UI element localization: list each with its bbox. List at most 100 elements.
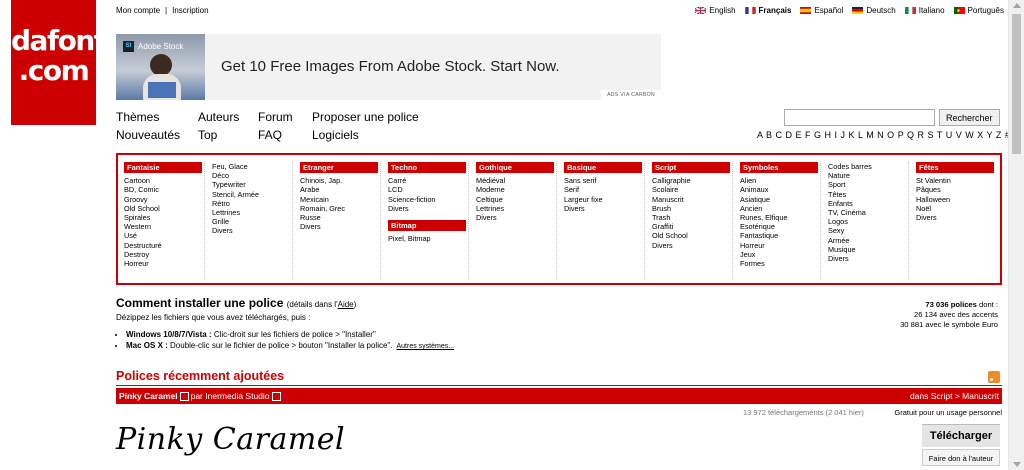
- lang-german[interactable]: Deutsch: [852, 6, 896, 15]
- category-link[interactable]: Divers: [212, 226, 292, 235]
- search-button[interactable]: Rechercher: [939, 109, 1000, 126]
- nav-submit-font[interactable]: Proposer une police: [312, 110, 419, 124]
- category-link[interactable]: Feu, Glace: [212, 162, 292, 171]
- font-info-icon[interactable]: [179, 392, 189, 402]
- category-link[interactable]: Divers: [828, 254, 908, 263]
- category-link[interactable]: Codes barres: [828, 162, 908, 171]
- category-header[interactable]: Symboles: [740, 162, 818, 174]
- category-header[interactable]: Basique: [564, 162, 642, 174]
- category-link[interactable]: Alien: [740, 176, 820, 185]
- dafont-logo[interactable]: dafont .com: [11, 0, 107, 125]
- category-link[interactable]: Usé: [124, 231, 204, 240]
- signup-link[interactable]: Inscription: [172, 6, 208, 15]
- category-link[interactable]: Ancien: [740, 204, 820, 213]
- external-link-icon[interactable]: [271, 392, 281, 402]
- category-link[interactable]: St Valentin: [916, 176, 996, 185]
- category-link[interactable]: Têtes: [828, 190, 908, 199]
- category-link[interactable]: Divers: [652, 241, 732, 250]
- nav-software[interactable]: Logiciels: [312, 128, 359, 142]
- category-link[interactable]: Western: [124, 222, 204, 231]
- alphabet-index[interactable]: A B C D E F G H I J K L M N O P Q R S T …: [757, 130, 1010, 140]
- category-link[interactable]: Chinois, Jap.: [300, 176, 380, 185]
- category-link[interactable]: BD, Comic: [124, 185, 204, 194]
- scroll-up-icon[interactable]: [1013, 3, 1021, 8]
- other-systems-link[interactable]: Autres systèmes...: [397, 343, 455, 350]
- category-link[interactable]: Old School: [124, 204, 204, 213]
- category-link[interactable]: Déco: [212, 171, 292, 180]
- category-link[interactable]: Divers: [476, 213, 556, 222]
- category-link[interactable]: Groovy: [124, 195, 204, 204]
- category-header[interactable]: Script: [652, 162, 730, 174]
- category-link[interactable]: Cartoon: [124, 176, 204, 185]
- category-link[interactable]: Divers: [300, 222, 380, 231]
- category-link[interactable]: TV, Cinéma: [828, 208, 908, 217]
- scroll-down-icon[interactable]: [1013, 462, 1021, 467]
- category-link[interactable]: Scolaire: [652, 185, 732, 194]
- category-header[interactable]: Bitmap: [388, 220, 466, 232]
- lang-italian[interactable]: Italiano: [904, 6, 945, 15]
- ads-via-carbon[interactable]: ADS VIA CARBON: [601, 90, 661, 100]
- category-link[interactable]: Formes: [740, 259, 820, 268]
- category-link[interactable]: Jeux: [740, 250, 820, 259]
- help-link[interactable]: Aide: [338, 300, 354, 309]
- category-header[interactable]: Fantaisie: [124, 162, 202, 174]
- category-link[interactable]: Lettrines: [212, 208, 292, 217]
- category-link[interactable]: Celtique: [476, 195, 556, 204]
- category-link[interactable]: Lettrines: [476, 204, 556, 213]
- category-link[interactable]: Grille: [212, 217, 292, 226]
- category-header[interactable]: Fêtes: [916, 162, 994, 174]
- category-link[interactable]: Noël: [916, 204, 996, 213]
- category-link[interactable]: Nature: [828, 171, 908, 180]
- category-link[interactable]: Horreur: [740, 241, 820, 250]
- font-name-link[interactable]: Pinky Caramel: [119, 391, 178, 401]
- category-link[interactable]: Sans serif: [564, 176, 644, 185]
- category-link[interactable]: Calligraphie: [652, 176, 732, 185]
- category-link[interactable]: Spirales: [124, 213, 204, 222]
- category-link[interactable]: LCD: [388, 185, 468, 194]
- font-category-link[interactable]: dans Script > Manuscrit: [910, 388, 999, 404]
- category-link[interactable]: Pixel, Bitmap: [388, 234, 468, 243]
- category-link[interactable]: Typewriter: [212, 180, 292, 189]
- category-link[interactable]: Destructuré: [124, 241, 204, 250]
- category-link[interactable]: Asiatique: [740, 195, 820, 204]
- category-link[interactable]: Animaux: [740, 185, 820, 194]
- rss-icon[interactable]: [988, 371, 1000, 383]
- font-author-link[interactable]: Inermedia Studio: [205, 391, 269, 401]
- nav-top[interactable]: Top: [198, 128, 217, 142]
- category-header[interactable]: Etranger: [300, 162, 378, 174]
- category-link[interactable]: Sport: [828, 180, 908, 189]
- lang-french[interactable]: Français: [744, 6, 791, 15]
- category-link[interactable]: Pâques: [916, 185, 996, 194]
- category-link[interactable]: Musique: [828, 245, 908, 254]
- nav-themes[interactable]: Thèmes: [116, 110, 159, 124]
- category-link[interactable]: Brush: [652, 204, 732, 213]
- category-link[interactable]: Rétro: [212, 199, 292, 208]
- category-link[interactable]: Horreur: [124, 259, 204, 268]
- lang-portuguese[interactable]: Português: [953, 6, 1004, 15]
- font-preview[interactable]: Pinky Caramel: [116, 422, 345, 457]
- category-link[interactable]: Sexy: [828, 226, 908, 235]
- download-button[interactable]: Télécharger: [922, 424, 1000, 447]
- category-header[interactable]: Gothique: [476, 162, 554, 174]
- category-link[interactable]: Old School: [652, 231, 732, 240]
- category-header[interactable]: Techno: [388, 162, 466, 174]
- page-scrollbar[interactable]: [1008, 0, 1024, 470]
- category-link[interactable]: Esotérique: [740, 222, 820, 231]
- scrollbar-thumb[interactable]: [1012, 14, 1021, 154]
- category-link[interactable]: Serif: [564, 185, 644, 194]
- category-link[interactable]: Destroy: [124, 250, 204, 259]
- nav-forum[interactable]: Forum: [258, 110, 293, 124]
- category-link[interactable]: Manuscrit: [652, 195, 732, 204]
- category-link[interactable]: Graffiti: [652, 222, 732, 231]
- category-link[interactable]: Mexicain: [300, 195, 380, 204]
- category-link[interactable]: Carré: [388, 176, 468, 185]
- nav-new[interactable]: Nouveautés: [116, 128, 180, 142]
- nav-authors[interactable]: Auteurs: [198, 110, 239, 124]
- search-input[interactable]: [784, 109, 935, 126]
- category-link[interactable]: Enfants: [828, 199, 908, 208]
- category-link[interactable]: Arabe: [300, 185, 380, 194]
- category-link[interactable]: Divers: [388, 204, 468, 213]
- adobe-stock-ad[interactable]: St Adobe Stock Get 10 Free Images From A…: [116, 34, 661, 100]
- category-link[interactable]: Fantastique: [740, 231, 820, 240]
- category-link[interactable]: Halloween: [916, 195, 996, 204]
